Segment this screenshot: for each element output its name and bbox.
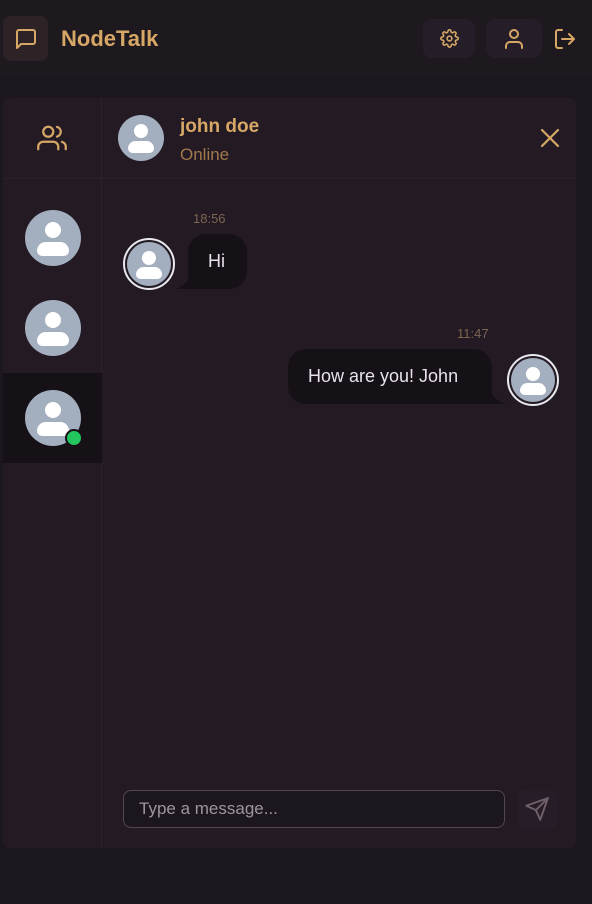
logout-button[interactable] bbox=[548, 19, 582, 58]
contact-item-active[interactable] bbox=[3, 373, 102, 463]
message-input[interactable] bbox=[124, 791, 504, 827]
message-time: 18:56 bbox=[193, 211, 226, 226]
message-text: How are you! John bbox=[308, 366, 459, 386]
close-chat-button[interactable] bbox=[534, 122, 566, 154]
settings-button[interactable] bbox=[423, 19, 475, 58]
message-input-wrapper bbox=[123, 790, 505, 828]
contacts-sidebar bbox=[3, 98, 102, 848]
avatar bbox=[24, 300, 81, 356]
message-time: 11:47 bbox=[457, 326, 489, 341]
avatar bbox=[24, 210, 81, 266]
logout-icon bbox=[555, 28, 575, 49]
online-indicator bbox=[64, 429, 83, 447]
gear-icon bbox=[439, 29, 459, 48]
contact-status: Online bbox=[180, 145, 230, 164]
contact-name: john doe bbox=[180, 116, 260, 137]
users-icon bbox=[37, 125, 67, 151]
sender-avatar bbox=[123, 238, 175, 290]
message-bubble-incoming: Hi bbox=[188, 234, 247, 289]
chat-header: john doe Online bbox=[102, 98, 576, 179]
message-bubble-outgoing: How are you! John bbox=[288, 349, 492, 404]
close-icon bbox=[540, 128, 560, 148]
message-text: Hi bbox=[208, 251, 225, 271]
send-icon bbox=[525, 797, 549, 821]
contact-item[interactable] bbox=[3, 193, 102, 283]
contact-avatar bbox=[118, 115, 164, 161]
contacts-header[interactable] bbox=[3, 98, 101, 179]
profile-button[interactable] bbox=[486, 19, 542, 58]
sender-avatar bbox=[507, 354, 559, 406]
message-square-icon bbox=[15, 28, 36, 49]
user-icon bbox=[505, 28, 523, 49]
app-title: NodeTalk bbox=[61, 26, 159, 51]
contact-item[interactable] bbox=[3, 283, 102, 373]
bubble-tail bbox=[491, 392, 505, 404]
logo-button[interactable] bbox=[3, 16, 48, 61]
top-bar: NodeTalk bbox=[0, 0, 592, 78]
send-button[interactable] bbox=[517, 789, 557, 829]
